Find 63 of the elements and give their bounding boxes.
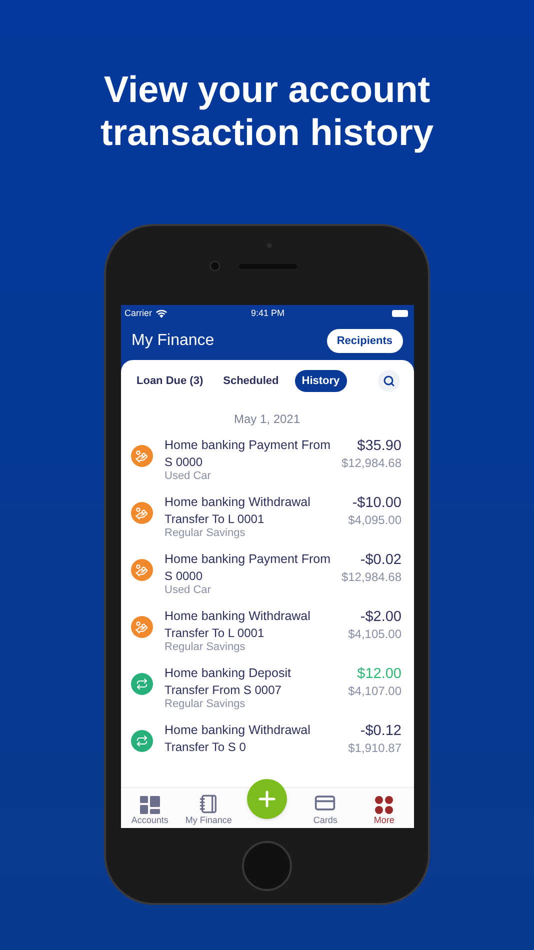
transaction-row[interactable]: Home banking Deposit Transfer From S 0007 Regular Savings $12.00 $4,107.00 bbox=[120, 664, 414, 721]
account-name: Used Car bbox=[164, 470, 212, 483]
recipients-button[interactable]: Recipients bbox=[326, 329, 402, 353]
coin-hand-icon bbox=[130, 445, 152, 467]
headline: View your account transaction history bbox=[99, 68, 435, 154]
repeat-icon bbox=[130, 730, 152, 752]
search-icon bbox=[382, 375, 394, 387]
time-label: 9:41 PM bbox=[251, 306, 285, 320]
transaction-detail: Transfer From S 0007 bbox=[164, 682, 282, 698]
date-heading: May 1, 2021 bbox=[232, 411, 302, 428]
nav-tab[interactable]: Accounts bbox=[120, 796, 180, 826]
transaction-amount: -$0.02 bbox=[360, 551, 402, 570]
dots-icon bbox=[375, 796, 394, 814]
transaction-detail: Transfer To L 0001 bbox=[164, 625, 266, 641]
account-name: Regular Savings bbox=[164, 641, 246, 654]
transaction-amount: $35.90 bbox=[357, 437, 402, 456]
home-button[interactable] bbox=[242, 840, 292, 890]
transaction-row[interactable]: Home banking Withdrawal Transfer To L 0001 Regular Savings -$2.00 $4,105.00 bbox=[120, 607, 414, 664]
search-button[interactable] bbox=[378, 370, 400, 392]
transaction-detail: S 0000 bbox=[164, 454, 204, 470]
tab[interactable]: History bbox=[294, 370, 347, 392]
account-name: Regular Savings bbox=[164, 698, 246, 711]
nav-tab[interactable]: My Finance bbox=[179, 794, 238, 826]
transaction-detail: Transfer To S 0 bbox=[164, 739, 247, 755]
battery-icon bbox=[392, 310, 408, 317]
account-name: Regular Savings bbox=[164, 527, 246, 540]
coin-hand-icon bbox=[130, 502, 152, 524]
notebook-icon bbox=[198, 794, 219, 814]
transaction-detail: S 0000 bbox=[164, 568, 204, 584]
repeat-icon bbox=[130, 673, 152, 695]
nav-tab[interactable]: More bbox=[354, 796, 414, 826]
camera bbox=[210, 261, 220, 271]
transaction-title: Home banking Withdrawal bbox=[164, 722, 312, 739]
transaction-amount: -$2.00 bbox=[360, 608, 402, 627]
balance: $1,910.87 bbox=[348, 741, 402, 756]
balance: $12,984.68 bbox=[341, 570, 402, 585]
account-name: Used Car bbox=[164, 584, 212, 597]
transaction-title: Home banking Withdrawal bbox=[164, 608, 312, 625]
transaction-row[interactable]: Home banking Payment From S 0000 Used Car -$0.02 $12,984.68 bbox=[120, 550, 414, 607]
screen-title: My Finance bbox=[132, 331, 214, 351]
coin-hand-icon bbox=[130, 559, 152, 581]
tab[interactable]: Loan Due (3) bbox=[132, 370, 208, 392]
coin-hand-icon bbox=[130, 616, 152, 638]
transaction-amount: -$10.00 bbox=[352, 494, 402, 513]
balance: $4,095.00 bbox=[348, 513, 402, 528]
balance: $4,107.00 bbox=[348, 684, 402, 699]
transaction-title: Home banking Withdrawal bbox=[164, 494, 312, 511]
transaction-row[interactable]: Home banking Withdrawal Transfer To S 0 -$0.12 $1,910.87 bbox=[120, 721, 414, 778]
transaction-title: Home banking Payment From bbox=[164, 551, 332, 568]
grid-icon bbox=[140, 796, 160, 814]
wifi-icon bbox=[156, 310, 168, 318]
transaction-title: Home banking Deposit bbox=[164, 665, 292, 682]
transaction-row[interactable]: Home banking Payment From S 0000 Used Car $35.90 $12,984.68 bbox=[120, 436, 414, 493]
tab[interactable]: Scheduled bbox=[219, 370, 283, 392]
transaction-row[interactable]: Home banking Withdrawal Transfer To L 0001 Regular Savings -$10.00 $4,095.00 bbox=[120, 493, 414, 550]
balance: $4,105.00 bbox=[348, 627, 402, 642]
balance: $12,984.68 bbox=[341, 456, 402, 471]
transaction-detail: Transfer To L 0001 bbox=[164, 511, 266, 527]
carrier-label: Carrier bbox=[124, 306, 152, 320]
transaction-amount: -$0.12 bbox=[360, 722, 402, 741]
nav-tab[interactable]: Cards bbox=[296, 792, 355, 826]
transaction-amount: $12.00 bbox=[357, 665, 402, 684]
transaction-title: Home banking Payment From bbox=[164, 437, 332, 454]
